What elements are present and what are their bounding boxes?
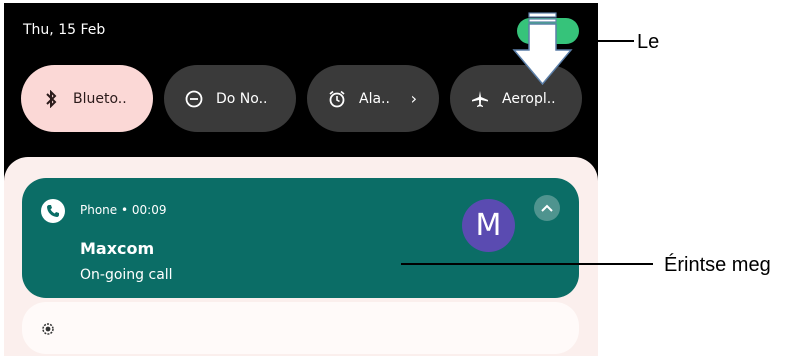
- notification-app-time: Phone • 00:09: [80, 203, 167, 217]
- phone-screen: Thu, 15 Feb Blueto.. Do No.. Ala.. › Aer…: [4, 3, 598, 356]
- tile-label: Aeropl..: [502, 90, 556, 107]
- do-not-disturb-icon: [184, 89, 204, 109]
- phone-icon: [41, 199, 65, 223]
- airplane-icon: [470, 89, 490, 109]
- callout-line: [401, 263, 653, 265]
- notification-shade: Phone • 00:09 Maxcom On-going call M: [4, 157, 598, 356]
- call-notification[interactable]: Phone • 00:09 Maxcom On-going call M: [22, 178, 579, 298]
- alarm-icon: [327, 89, 347, 109]
- screen-record-icon: [42, 322, 54, 340]
- bluetooth-icon: [41, 89, 61, 109]
- avatar: M: [462, 199, 515, 252]
- status-date: Thu, 15 Feb: [23, 22, 106, 38]
- tile-do-not-disturb[interactable]: Do No..: [164, 65, 296, 132]
- tile-label: Blueto..: [73, 90, 127, 107]
- notification-title: Maxcom: [80, 239, 155, 258]
- tile-label: Ala..: [359, 90, 390, 107]
- tile-bluetooth[interactable]: Blueto..: [21, 65, 153, 132]
- chevron-right-icon: ›: [410, 89, 417, 108]
- expand-button[interactable]: [534, 195, 560, 221]
- swipe-annotation: Le: [637, 31, 660, 53]
- tile-alarm[interactable]: Ala.. ›: [307, 65, 439, 132]
- tile-label: Do No..: [216, 90, 268, 107]
- tap-annotation: Érintse meg: [664, 254, 771, 276]
- callout-line: [596, 40, 634, 42]
- swipe-down-arrow-icon: [512, 12, 573, 86]
- notification-text: On-going call: [80, 267, 173, 283]
- screen-record-notification[interactable]: [22, 302, 579, 354]
- chevron-up-icon: [541, 204, 553, 212]
